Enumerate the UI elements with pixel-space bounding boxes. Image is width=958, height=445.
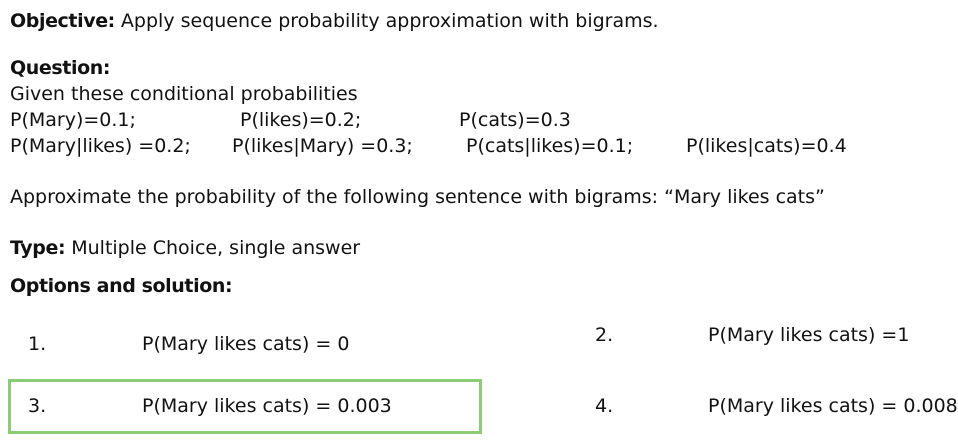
type-line: Type: Multiple Choice, single answer [10, 236, 360, 260]
option-3-text[interactable]: P(Mary likes cats) = 0.003 [142, 394, 392, 418]
prob-mary-given-likes: P(Mary|likes) =0.2; [10, 135, 191, 157]
objective-label: Objective: [10, 10, 115, 32]
objective-line: Objective: Apply sequence probability ap… [10, 9, 659, 33]
option-4-text[interactable]: P(Mary likes cats) = 0.008 [708, 394, 958, 418]
prob-likes: P(likes)=0.2; [240, 109, 362, 131]
prob-cats-given-likes: P(cats|likes)=0.1; [466, 135, 634, 157]
question-intro: Given these conditional probabilities [10, 83, 358, 105]
option-2-number: 2. [595, 324, 614, 346]
option-1-text[interactable]: P(Mary likes cats) = 0 [142, 332, 349, 356]
option-3-number: 3. [28, 395, 47, 417]
option-1-number: 1. [28, 333, 47, 355]
type-text: Multiple Choice, single answer [65, 237, 361, 259]
options-heading: Options and solution: [10, 275, 233, 297]
question-label: Question: [10, 57, 111, 79]
prob-mary: P(Mary)=0.1; [10, 109, 136, 131]
option-2-text[interactable]: P(Mary likes cats) =1 [708, 323, 909, 347]
type-label: Type: [10, 237, 66, 259]
prob-likes-given-mary: P(likes|Mary) =0.3; [232, 135, 413, 157]
objective-text: Apply sequence probability approximation… [114, 10, 659, 32]
prob-cats: P(cats)=0.3 [459, 109, 571, 131]
question-prompt: Approximate the probability of the follo… [10, 186, 825, 208]
option-4-number: 4. [595, 395, 614, 417]
prob-likes-given-cats: P(likes|cats)=0.4 [686, 135, 847, 157]
